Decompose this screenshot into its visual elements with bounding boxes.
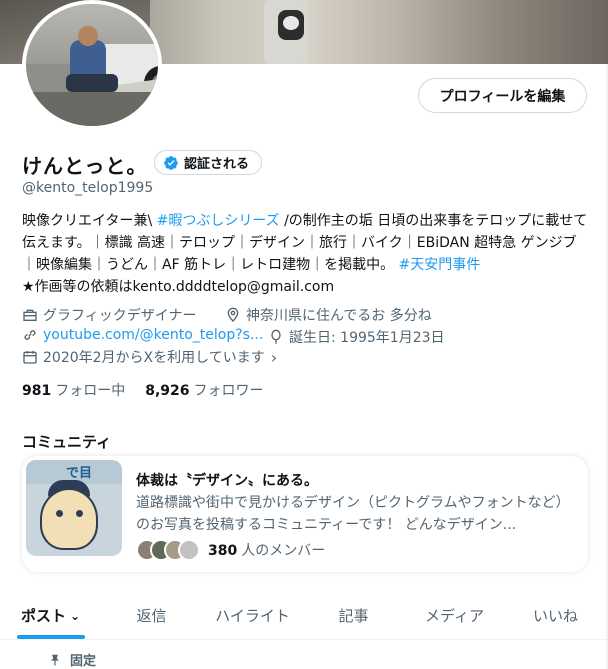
- profile-category: グラフィックデザイナー: [22, 305, 196, 325]
- hashtag-link[interactable]: #暇つぶしシリーズ: [157, 213, 280, 229]
- calendar-icon: [23, 351, 37, 364]
- community-heading: コミュニティ: [22, 433, 112, 451]
- verified-badge-icon: [164, 155, 178, 170]
- community-members: 380 人のメンバー: [136, 539, 325, 561]
- location-pin-icon: [227, 307, 239, 322]
- tab-highlights[interactable]: ハイライト: [202, 592, 303, 639]
- bio: 映像クリエイター兼\ #暇つぶしシリーズ /の制作主の垢 日頃の出来事をテロップ…: [22, 210, 588, 298]
- balloon-icon: [271, 329, 281, 344]
- get-verified-label: 認証される: [184, 157, 250, 172]
- username: @kento_telop1995: [22, 180, 154, 196]
- member-label: 人のメンバー: [241, 543, 326, 559]
- chevron-down-icon: ⌄: [69, 608, 81, 623]
- avatar[interactable]: [22, 0, 162, 130]
- community-image: で目: [26, 460, 122, 556]
- tab-posts[interactable]: ポスト ⌄: [0, 592, 101, 639]
- follow-stats: 981 フォロー中 8,926 フォロワー: [22, 380, 264, 400]
- community-description: 道路標識や街中で見かけるデザイン（ピクトグラムやフォントなど）のお写真を投稿する…: [136, 495, 570, 533]
- edit-profile-button[interactable]: プロフィールを編集: [418, 78, 587, 113]
- tab-articles[interactable]: 記事: [303, 592, 404, 639]
- get-verified-button[interactable]: 認証される: [154, 150, 263, 175]
- bio-text: 映像クリエイター兼\: [22, 213, 157, 229]
- community-title: 体裁は〝デザイン〟にある。: [136, 473, 318, 489]
- member-count: 380: [208, 543, 238, 559]
- tab-replies[interactable]: 返信: [101, 592, 202, 639]
- profile-website[interactable]: youtube.com/@kento_telop?s...: [22, 327, 263, 343]
- tab-media[interactable]: メディア: [404, 592, 505, 639]
- tab-likes[interactable]: いいね: [505, 592, 606, 639]
- active-tab-indicator: [16, 635, 85, 639]
- profile-tabs: ポスト ⌄ 返信 ハイライト 記事 メディア いいね: [0, 592, 606, 640]
- display-name: けんとっと。: [22, 154, 148, 178]
- chevron-right-icon: ›: [270, 347, 278, 367]
- pin-icon: [50, 654, 60, 666]
- bio-text: ★作画等の依頼はkento.ddddtelop@gmail.com: [22, 279, 335, 295]
- profile-joined[interactable]: 2020年2月からXを利用しています ›: [22, 347, 277, 367]
- followers-link[interactable]: 8,926 フォロワー: [145, 380, 263, 400]
- profile-birthday: 誕生日: 1995年1月23日: [268, 327, 445, 347]
- community-card[interactable]: で目 体裁は〝デザイン〟にある。 道路標識や街中で見かけるデザイン（ピクトグラム…: [22, 456, 588, 572]
- member-avatar: [178, 539, 200, 561]
- pinned-label: 固定: [48, 650, 96, 669]
- banner-person: [250, 0, 330, 64]
- hashtag-link[interactable]: #天安門事件: [399, 257, 481, 273]
- following-link[interactable]: 981 フォロー中: [22, 380, 125, 400]
- link-icon: [24, 330, 36, 340]
- profile-location: 神奈川県に住んでるお 多分ね: [225, 305, 432, 325]
- briefcase-icon: [23, 309, 37, 321]
